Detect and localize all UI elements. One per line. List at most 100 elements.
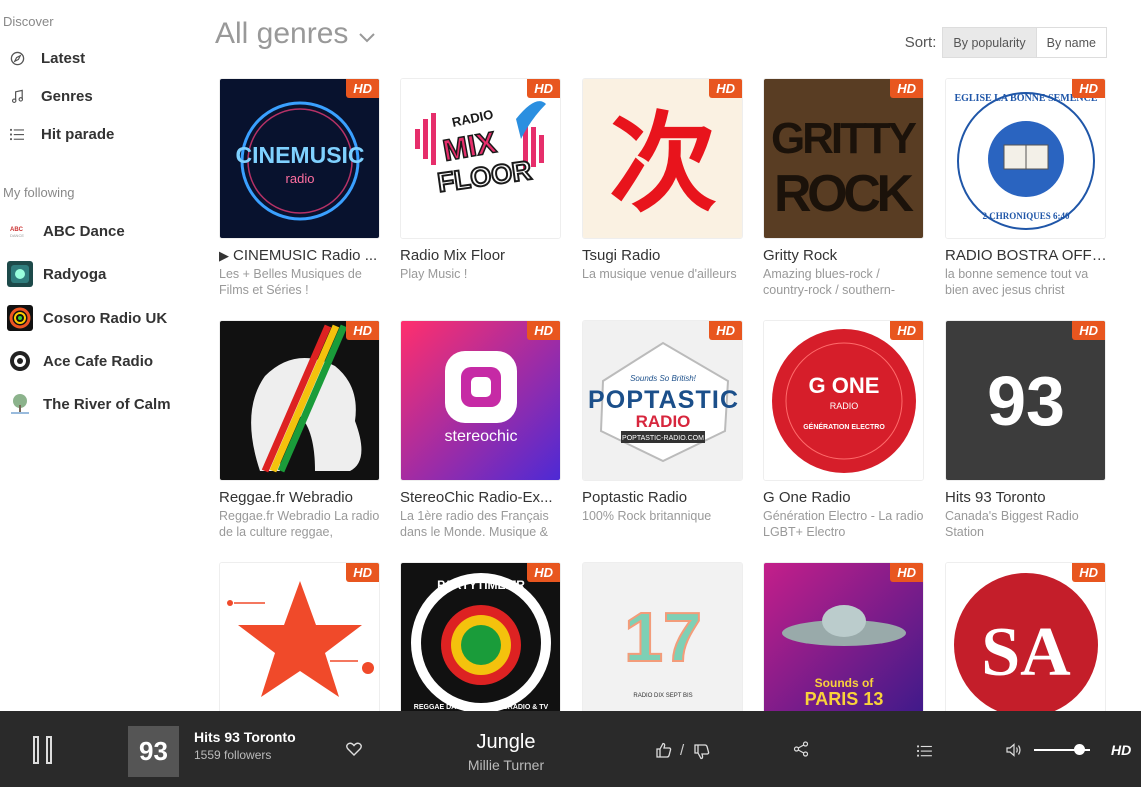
station-artwork: RADIO MIX FLOOR HD (400, 78, 561, 239)
station-artwork: Sounds So British! POPTASTIC RADIO POPTA… (582, 320, 743, 481)
hd-badge: HD (346, 321, 379, 340)
artwork-text: 2 CHRONIQUES 6:40 (982, 211, 1070, 221)
volume-slider-handle[interactable] (1074, 744, 1085, 755)
genre-dropdown[interactable]: All genres (215, 16, 376, 52)
follow-heart-button[interactable] (346, 742, 362, 761)
pause-icon-bar (46, 736, 52, 764)
station-description: Reggae.fr Webradio La radio de la cultur… (219, 509, 380, 539)
artwork-text: Sounds So British! (630, 374, 697, 383)
artwork-text: PARIS 13 (805, 689, 884, 709)
hd-badge: HD (527, 79, 560, 98)
compass-icon (8, 49, 26, 67)
station-title: Gritty Rock (763, 247, 838, 264)
sidebar-item-label: Genres (41, 87, 93, 105)
following-item-river-of-calm[interactable]: The River of Calm (7, 391, 171, 417)
thumbs-up-icon (656, 742, 672, 758)
sidebar-item-genres[interactable]: Genres (8, 87, 93, 105)
hd-badge: HD (346, 563, 379, 582)
hd-badge: HD (890, 563, 923, 582)
now-playing-artwork-text: 93 (139, 736, 168, 766)
station-card[interactable]: 17 RADIO DIX SEPT BIS (582, 562, 744, 711)
volume-button[interactable] (1006, 743, 1022, 762)
following-item-cosoro-radio-uk[interactable]: Cosoro Radio UK (7, 305, 167, 331)
station-artwork: CINEMUSIC radio HD (219, 78, 380, 239)
artwork-text: ROCK (774, 165, 914, 223)
station-card[interactable]: HD (219, 562, 381, 711)
station-title: ▶ CINEMUSIC Radio ... (219, 247, 381, 264)
app-root: Discover Latest Genres Hit parade My fol… (0, 0, 1141, 787)
sidebar: Discover Latest Genres Hit parade My fol… (0, 0, 200, 711)
player-bar: 93 Hits 93 Toronto 1559 followers Jungle… (0, 711, 1141, 787)
list-icon (917, 745, 932, 757)
artwork-text: RADIO (830, 401, 859, 411)
station-card[interactable]: CINEMUSIC radio HD ▶ CINEMUSIC Radio ... … (219, 78, 381, 298)
station-card[interactable]: 次 HD Tsugi Radio La musique venue d'aill… (582, 78, 744, 298)
following-label: The River of Calm (43, 395, 171, 413)
sort-label: Sort: (904, 34, 937, 51)
play-icon: ▶ (219, 248, 229, 263)
following-item-ace-cafe-radio[interactable]: Ace Cafe Radio (7, 348, 153, 374)
pause-icon (33, 736, 39, 764)
share-icon (793, 741, 809, 757)
artwork-text: RADIO DIX SEPT BIS (633, 693, 692, 699)
following-item-radyoga[interactable]: Radyoga (7, 261, 106, 287)
station-card[interactable]: PARTYTIME.FR REGGAE DANCEHALL WEBRADIO &… (400, 562, 562, 711)
hd-badge: HD (1072, 563, 1105, 582)
station-artwork: HD (219, 320, 380, 481)
station-title: G One Radio (763, 489, 851, 506)
sidebar-item-label: Latest (41, 49, 86, 67)
station-description: La 1ère radio des Français dans le Monde… (400, 509, 549, 539)
sort-by-popularity-button[interactable]: By popularity (942, 27, 1037, 58)
station-card[interactable]: SA HD (945, 562, 1107, 711)
station-thumb (7, 261, 33, 287)
station-card[interactable]: stereochic HD StereoChic Radio-Ex... La … (400, 320, 562, 540)
thumbs-down-icon (694, 744, 710, 760)
station-description: Les + Belles Musiques de Films et Séries… (219, 267, 362, 297)
station-card[interactable]: RADIO MIX FLOOR HD Radio Mix Floor Play … (400, 78, 562, 298)
station-card[interactable]: G ONE RADIO GÉNÉRATION ELECTRO HD G One … (763, 320, 925, 540)
station-card[interactable]: Sounds of PARIS 13 HD (763, 562, 925, 711)
following-item-abc-dance[interactable]: ABC DANCE ABC Dance (7, 218, 125, 244)
hd-badge: HD (527, 563, 560, 582)
station-title: RADIO BOSTRA OFFI... (945, 247, 1107, 264)
now-playing-station[interactable]: Hits 93 Toronto (194, 729, 296, 745)
station-artwork: 次 HD (582, 78, 743, 239)
hd-badge: HD (709, 79, 742, 98)
chevron-down-icon (358, 18, 376, 52)
artwork-text: GRITTY (771, 114, 917, 163)
sidebar-item-hit-parade[interactable]: Hit parade (8, 125, 114, 143)
thumbs-up-button[interactable] (656, 742, 672, 763)
artwork-text: POPTASTIC (588, 386, 738, 414)
pause-button[interactable] (33, 736, 53, 764)
playlist-button[interactable] (917, 744, 932, 762)
artwork-text: radio (286, 171, 315, 186)
artwork-text: REGGAE DANCEHALL WEBRADIO & TV (414, 704, 549, 711)
station-card[interactable]: EGLISE LA BONNE SEMENCE 2 CHRONIQUES 6:4… (945, 78, 1107, 298)
sidebar-item-latest[interactable]: Latest (8, 49, 85, 67)
artwork-text: SA (981, 614, 1071, 691)
station-card[interactable]: 93 HD Hits 93 Toronto Canada's Biggest R… (945, 320, 1107, 540)
station-description: Play Music ! (400, 267, 468, 281)
station-card[interactable]: GRITTY ROCK HD Gritty Rock Amazing blues… (763, 78, 925, 298)
station-card[interactable]: Sounds So British! POPTASTIC RADIO POPTA… (582, 320, 744, 540)
station-card[interactable]: HD Reggae.fr Webradio Reggae.fr Webradio… (219, 320, 381, 540)
hd-badge: HD (1072, 79, 1105, 98)
now-playing-song: Jungle (476, 731, 536, 753)
station-description: La musique venue d'ailleurs (582, 267, 737, 281)
hd-badge: HD (890, 79, 923, 98)
artwork-text: stereochic (445, 428, 518, 445)
volume-icon (1006, 743, 1021, 757)
station-artwork: GRITTY ROCK HD (763, 78, 924, 239)
music-note-icon (8, 87, 26, 105)
station-title: StereoChic Radio-Ex... (400, 489, 553, 506)
sort-control: Sort: By popularity By name (905, 27, 1107, 58)
now-playing-artwork[interactable]: 93 (128, 726, 179, 777)
discover-heading: Discover (3, 14, 54, 29)
artwork-text: 次 (609, 102, 717, 227)
sort-by-name-button[interactable]: By name (1036, 27, 1107, 58)
thumbs-down-button[interactable] (694, 744, 710, 765)
hd-toggle[interactable]: HD (1111, 742, 1131, 758)
share-button[interactable] (793, 741, 809, 762)
svg-text:DANCE: DANCE (10, 233, 24, 238)
station-artwork: Sounds of PARIS 13 HD (763, 562, 924, 711)
